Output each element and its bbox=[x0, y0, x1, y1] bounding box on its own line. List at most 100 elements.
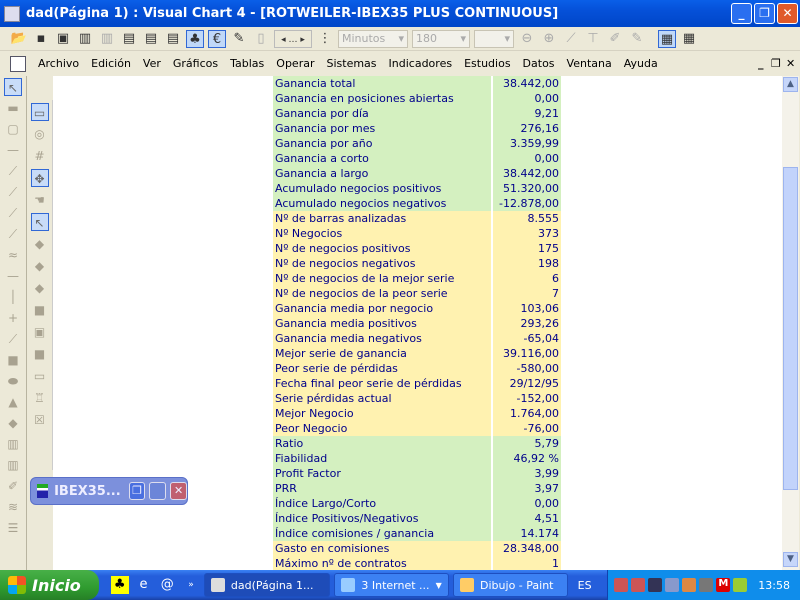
interval-select[interactable]: Minutos bbox=[338, 29, 408, 48]
close-button[interactable]: ✕ bbox=[777, 3, 798, 24]
trendline-icon[interactable]: ⟋ bbox=[4, 162, 22, 180]
signal-icon[interactable]: ≋ bbox=[4, 498, 22, 516]
chart-disabled-icon[interactable]: ▥ bbox=[98, 30, 116, 48]
trendline3-icon[interactable]: ⟋ bbox=[4, 204, 22, 222]
network-icon[interactable] bbox=[665, 578, 680, 592]
text-tool-icon[interactable]: ▬ bbox=[4, 99, 22, 117]
hand-icon[interactable]: ☚ bbox=[31, 191, 49, 209]
scroll-down-button[interactable]: ▼ bbox=[783, 552, 798, 567]
select-arrow-icon[interactable]: ↖ bbox=[4, 78, 22, 96]
task-visual-chart[interactable]: dad(Página 1... bbox=[203, 573, 331, 597]
network-icon[interactable]: ♣ bbox=[186, 29, 204, 48]
scroll-up-button[interactable]: ▲ bbox=[783, 77, 798, 92]
layers-icon[interactable]: ◎ bbox=[31, 125, 49, 143]
menu-ayuda[interactable]: Ayuda bbox=[624, 57, 658, 70]
window-icon[interactable]: ▭ bbox=[30, 103, 49, 121]
menu-archivo[interactable]: Archivo bbox=[38, 57, 79, 70]
box-x-icon[interactable]: ☒ bbox=[31, 411, 49, 429]
language-indicator[interactable]: ES bbox=[578, 579, 608, 592]
save-all-icon[interactable]: ▣ bbox=[54, 30, 72, 48]
java2-icon[interactable] bbox=[631, 578, 646, 592]
hline-icon[interactable]: — bbox=[4, 267, 22, 285]
horizontal-line-icon[interactable]: — bbox=[4, 141, 22, 159]
folder-chart-icon[interactable]: ▤ bbox=[120, 30, 138, 48]
terminal-icon[interactable]: ▭ bbox=[31, 367, 49, 385]
menu-sistemas[interactable]: Sistemas bbox=[326, 57, 376, 70]
list-icon[interactable]: ☰ bbox=[4, 519, 22, 537]
channel-icon[interactable]: ≈ bbox=[4, 246, 22, 264]
java-icon[interactable] bbox=[614, 578, 629, 592]
cursor-icon[interactable]: ⊤ bbox=[584, 30, 602, 48]
square-icon[interactable]: ■ bbox=[4, 351, 22, 369]
period-select[interactable]: 180 bbox=[412, 29, 470, 48]
task-internet-explorer[interactable]: 3 Internet ... ▼ bbox=[334, 573, 450, 597]
nvidia-icon[interactable] bbox=[733, 578, 748, 592]
chart-window2-icon[interactable]: ▦ bbox=[680, 30, 698, 48]
mcafee-icon[interactable]: M bbox=[716, 578, 731, 592]
line-icon[interactable]: ⟋ bbox=[562, 30, 580, 48]
open-icon[interactable]: 📂 bbox=[10, 30, 28, 48]
menu-ver[interactable]: Ver bbox=[143, 57, 161, 70]
outlook-express-icon[interactable]: @ bbox=[158, 576, 176, 594]
diamond-icon[interactable]: ◆ bbox=[31, 235, 49, 253]
rectangle-icon[interactable]: ▢ bbox=[4, 120, 22, 138]
solitaire-icon[interactable]: ♣ bbox=[110, 576, 129, 594]
restore-button[interactable]: ❐ bbox=[754, 3, 775, 24]
diamond-icon[interactable]: ◆ bbox=[4, 414, 22, 432]
mdi-restore-button[interactable]: ❐ bbox=[771, 57, 781, 70]
menu-tablas[interactable]: Tablas bbox=[230, 57, 264, 70]
menu-edicion[interactable]: Edición bbox=[91, 57, 131, 70]
columns-icon[interactable]: ▥ bbox=[4, 435, 22, 453]
diamond3-icon[interactable]: ◆ bbox=[31, 279, 49, 297]
move-icon[interactable]: ✥ bbox=[30, 169, 49, 187]
network-error-icon[interactable] bbox=[682, 578, 697, 592]
diamond2-icon[interactable]: ◆ bbox=[31, 257, 49, 275]
menu-graficos[interactable]: Gráficos bbox=[173, 57, 218, 70]
minimize-button[interactable]: _ bbox=[731, 3, 752, 24]
trophy-icon[interactable]: ♖ bbox=[31, 389, 49, 407]
save-icon[interactable]: ▪ bbox=[32, 30, 50, 48]
minwin-close-button[interactable]: ✕ bbox=[170, 482, 187, 500]
bar-chart-icon[interactable]: ▥ bbox=[76, 30, 94, 48]
ellipse-icon[interactable]: ⬬ bbox=[4, 372, 22, 390]
pencil-icon[interactable]: ✐ bbox=[606, 30, 624, 48]
zoom-out-icon[interactable]: ⊖ bbox=[518, 30, 536, 48]
task-paint[interactable]: Dibujo - Paint bbox=[453, 573, 568, 597]
menu-estudios[interactable]: Estudios bbox=[464, 57, 510, 70]
block3-icon[interactable]: ■ bbox=[31, 345, 49, 363]
brush-icon[interactable]: ✎ bbox=[628, 30, 646, 48]
folder-chart3-icon[interactable]: ▤ bbox=[164, 30, 182, 48]
internet-explorer-icon[interactable]: e bbox=[135, 576, 153, 594]
edit-window-icon[interactable]: ✎ bbox=[230, 30, 248, 48]
mdi-close-button[interactable]: ✕ bbox=[786, 57, 795, 70]
menu-operar[interactable]: Operar bbox=[276, 57, 314, 70]
minwin-restore-button[interactable]: ❐ bbox=[128, 482, 146, 500]
menu-indicadores[interactable]: Indicadores bbox=[389, 57, 453, 70]
start-button[interactable]: Inicio bbox=[0, 570, 99, 600]
chart-window1-icon[interactable]: ▦ bbox=[658, 29, 676, 48]
group-dropdown-icon[interactable]: ▼ bbox=[436, 581, 442, 590]
document-icon[interactable] bbox=[10, 55, 26, 72]
menu-datos[interactable]: Datos bbox=[523, 57, 555, 70]
mdi-minimize-button[interactable]: _ bbox=[758, 57, 764, 70]
speaker-icon[interactable] bbox=[699, 578, 714, 592]
app-icon[interactable] bbox=[4, 5, 20, 22]
chart-edit-icon[interactable]: ✐ bbox=[4, 477, 22, 495]
curve-icon[interactable]: ⟋ bbox=[4, 330, 22, 348]
vertical-scrollbar[interactable]: ▲ ▼ bbox=[782, 76, 799, 570]
quicklaunch-more-icon[interactable]: » bbox=[182, 576, 200, 594]
minwin-maximize-button[interactable] bbox=[149, 482, 167, 500]
vline-icon[interactable]: │ bbox=[4, 288, 22, 306]
trendline2-icon[interactable]: ⟋ bbox=[4, 183, 22, 201]
triangle-icon[interactable]: ▲ bbox=[4, 393, 22, 411]
computer-icon[interactable] bbox=[648, 578, 663, 592]
zoom-in-icon[interactable]: ⊕ bbox=[540, 30, 558, 48]
block-icon[interactable]: ■ bbox=[31, 301, 49, 319]
block2-icon[interactable]: ▣ bbox=[31, 323, 49, 341]
crosshair-icon[interactable]: + bbox=[4, 309, 22, 327]
third-select[interactable] bbox=[474, 29, 514, 48]
grid-icon[interactable]: # bbox=[31, 147, 49, 165]
pointer-icon[interactable]: ↖ bbox=[30, 213, 49, 231]
scroll-range-control[interactable]: ◂ … ▸ bbox=[274, 29, 312, 48]
folder-chart2-icon[interactable]: ▤ bbox=[142, 30, 160, 48]
